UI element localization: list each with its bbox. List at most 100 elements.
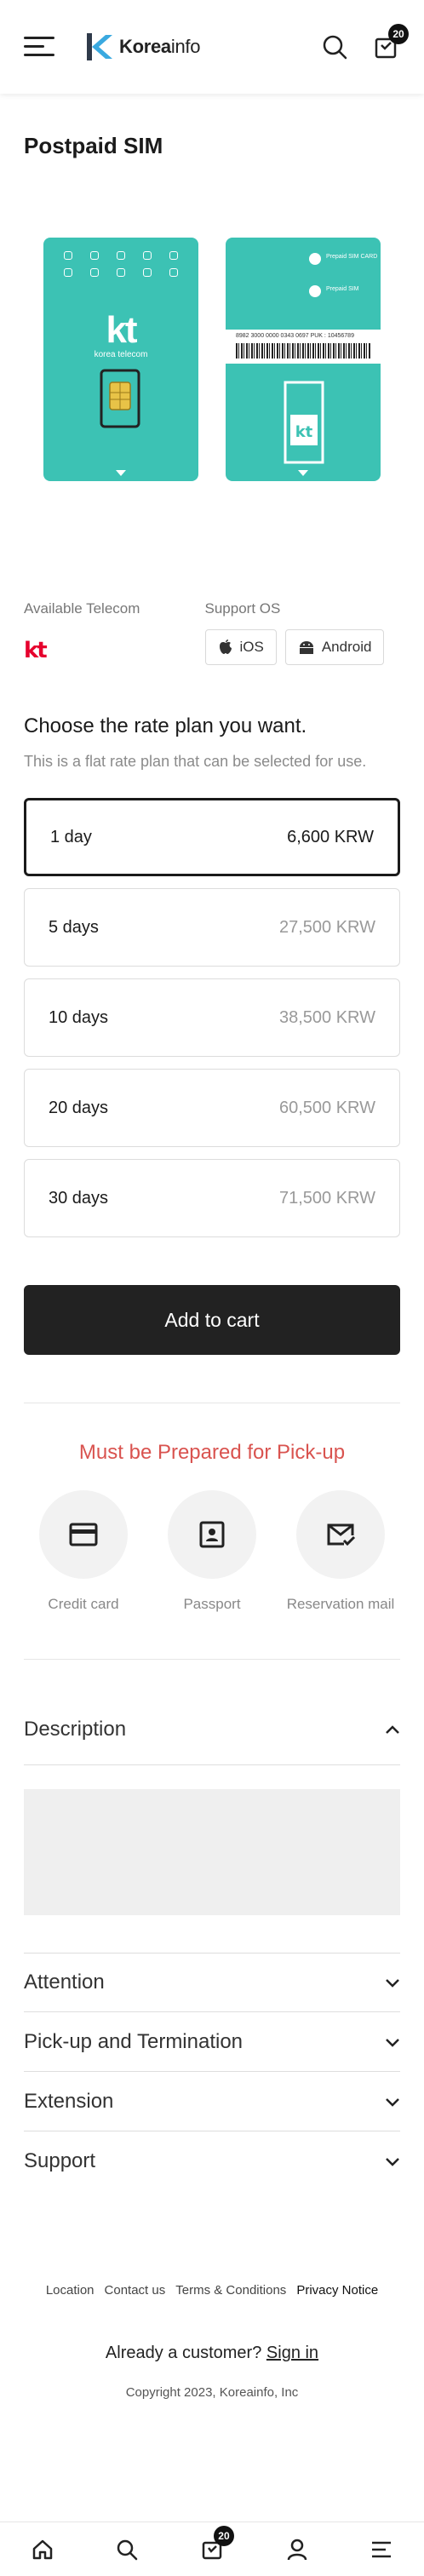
nav-cart[interactable]: 20: [195, 2525, 234, 2567]
os-android-label: Android: [321, 639, 372, 655]
cart-button[interactable]: 20: [371, 24, 409, 61]
sim-chip-icon: [100, 369, 140, 428]
accordion-support[interactable]: Support: [24, 2131, 400, 2191]
pickup-item-passport: Passport: [152, 1490, 272, 1613]
os-ios-label: iOS: [239, 639, 264, 655]
sign-in-link[interactable]: Sign in: [266, 2344, 318, 2362]
sim-arrow-icon: [116, 470, 126, 476]
sim-card-front: kt korea telecom: [43, 238, 198, 481]
sim-front-brand: kt: [106, 309, 137, 351]
pickup-item-credit-card: Credit card: [24, 1490, 143, 1613]
logo-icon: [87, 33, 112, 60]
accordion-attention[interactable]: Attention: [24, 1953, 400, 2013]
sim-back-barcode-text: 8982 3000 0000 0343 0697 PUK : 10456789: [236, 333, 354, 339]
footer-link-location[interactable]: Location: [46, 2283, 95, 2298]
pickup-icon-circle: [296, 1490, 385, 1580]
footer-link-contact[interactable]: Contact us: [105, 2283, 166, 2298]
sim-card-back: Prepaid SIM CARD Prepaid SIM 8982 3000 0…: [226, 238, 381, 481]
plan-price: 38,500 KRW: [278, 1007, 375, 1027]
plan-days: 30 days: [49, 1188, 109, 1208]
pickup-item-reservation-mail: Reservation mail: [281, 1490, 400, 1613]
accordion-description[interactable]: Description: [24, 1694, 400, 1766]
plan-days: 20 days: [49, 1098, 109, 1117]
pickup-label: Credit card: [48, 1596, 119, 1613]
rate-plan-subtitle: This is a flat rate plan that can be sel…: [24, 753, 367, 770]
pickup-label: Passport: [183, 1596, 241, 1613]
sim-images: kt korea telecom Prepaid SIM CARD Prepai…: [0, 238, 424, 481]
logo-text: Koreainfo: [119, 36, 201, 57]
plan-days: 1 day: [50, 827, 92, 846]
description-content: [24, 1789, 400, 1916]
search-icon: [117, 2539, 138, 2560]
nav-menu[interactable]: [364, 2533, 398, 2567]
plan-price: 27,500 KRW: [278, 917, 375, 937]
footer-links: Location Contact us Terms & Conditions P…: [0, 2283, 424, 2298]
svg-text:kt: kt: [295, 423, 313, 441]
rate-plan-option[interactable]: 5 days 27,500 KRW: [24, 888, 400, 967]
pickup-icon-circle: [39, 1490, 128, 1580]
plan-days: 5 days: [49, 917, 99, 937]
accordion-title: Attention: [24, 1971, 105, 1994]
os-options: iOS Android: [204, 629, 401, 665]
rate-plan-option[interactable]: 20 days 60,500 KRW: [24, 1069, 400, 1148]
nav-home[interactable]: [26, 2533, 60, 2567]
sim-back-line2: Prepaid SIM: [326, 286, 359, 292]
accordion-extension[interactable]: Extension: [24, 2072, 400, 2132]
os-android: Android: [284, 629, 385, 665]
accordion-pickup-termination[interactable]: Pick-up and Termination: [24, 2012, 400, 2073]
customer-signin-line: Already a customer? Sign in: [0, 2344, 424, 2363]
rate-plan-option[interactable]: 30 days 71,500 KRW: [24, 1159, 400, 1238]
plan-price: 60,500 KRW: [278, 1098, 375, 1117]
sim-front-sub: korea telecom: [94, 350, 148, 359]
plan-price: 6,600 KRW: [287, 827, 374, 846]
nav-search[interactable]: [110, 2533, 144, 2567]
bottom-navigation: 20: [0, 2521, 424, 2576]
plan-days: 10 days: [49, 1007, 109, 1027]
search-icon: [323, 35, 347, 60]
site-logo[interactable]: Koreainfo: [83, 32, 200, 62]
user-icon: [287, 2539, 307, 2560]
menu-icon[interactable]: [24, 37, 54, 57]
chevron-down-icon: [386, 2038, 399, 2047]
rate-plan-title: Choose the rate plan you want.: [24, 714, 307, 737]
footer-link-privacy[interactable]: Privacy Notice: [296, 2283, 378, 2298]
accordion-title: Description: [24, 1717, 127, 1741]
chevron-down-icon: [386, 2158, 399, 2166]
search-button[interactable]: [320, 32, 349, 61]
rate-plan-option[interactable]: 10 days 38,500 KRW: [24, 978, 400, 1058]
pickup-icon-circle: [168, 1490, 256, 1580]
barcode-icon: [236, 343, 370, 359]
site-header: Koreainfo 20: [0, 0, 424, 94]
sim-back-dot-icon: [309, 285, 321, 297]
customer-prefix: Already a customer?: [105, 2344, 262, 2363]
os-label: Support OS: [204, 600, 281, 617]
chevron-up-icon: [386, 1724, 399, 1734]
product-specs: Available Telecom kt Support OS iOS Andr…: [24, 600, 400, 665]
accordion-title: Pick-up and Termination: [24, 2029, 244, 2053]
sim-arrow-icon: [298, 470, 308, 476]
chevron-down-icon: [386, 1979, 399, 1988]
os-spec: Support OS iOS Android: [204, 600, 401, 665]
pickup-requirements: Credit card Passport Reservation mail: [24, 1490, 400, 1613]
header-left: Koreainfo: [24, 32, 200, 62]
kt-logo: kt: [24, 638, 48, 663]
plan-price: 71,500 KRW: [278, 1188, 375, 1208]
cart-count-badge: 20: [388, 24, 409, 44]
rate-plan-option[interactable]: 1 day 6,600 KRW: [24, 798, 400, 877]
nav-account[interactable]: [280, 2533, 314, 2567]
pickup-title: Must be Prepared for Pick-up: [78, 1441, 346, 1465]
telecom-label: Available Telecom: [24, 600, 140, 617]
copyright: Copyright 2023, Koreainfo, Inc: [125, 2385, 299, 2401]
sim-tray-icon: kt: [284, 381, 324, 464]
rate-plan-list: 1 day 6,600 KRW 5 days 27,500 KRW 10 day…: [24, 798, 400, 1238]
home-icon: [32, 2539, 53, 2559]
apple-icon: [219, 640, 232, 654]
menu-icon: [372, 2541, 392, 2557]
sim-feature-icons: [43, 238, 198, 277]
add-to-cart-button[interactable]: Add to cart: [24, 1285, 400, 1356]
sim-back-line1: Prepaid SIM CARD: [326, 254, 378, 260]
footer-link-terms[interactable]: Terms & Conditions: [175, 2283, 286, 2298]
passport-icon: [199, 1521, 225, 1548]
telecom-spec: Available Telecom kt: [24, 600, 205, 665]
os-ios: iOS: [204, 629, 277, 665]
